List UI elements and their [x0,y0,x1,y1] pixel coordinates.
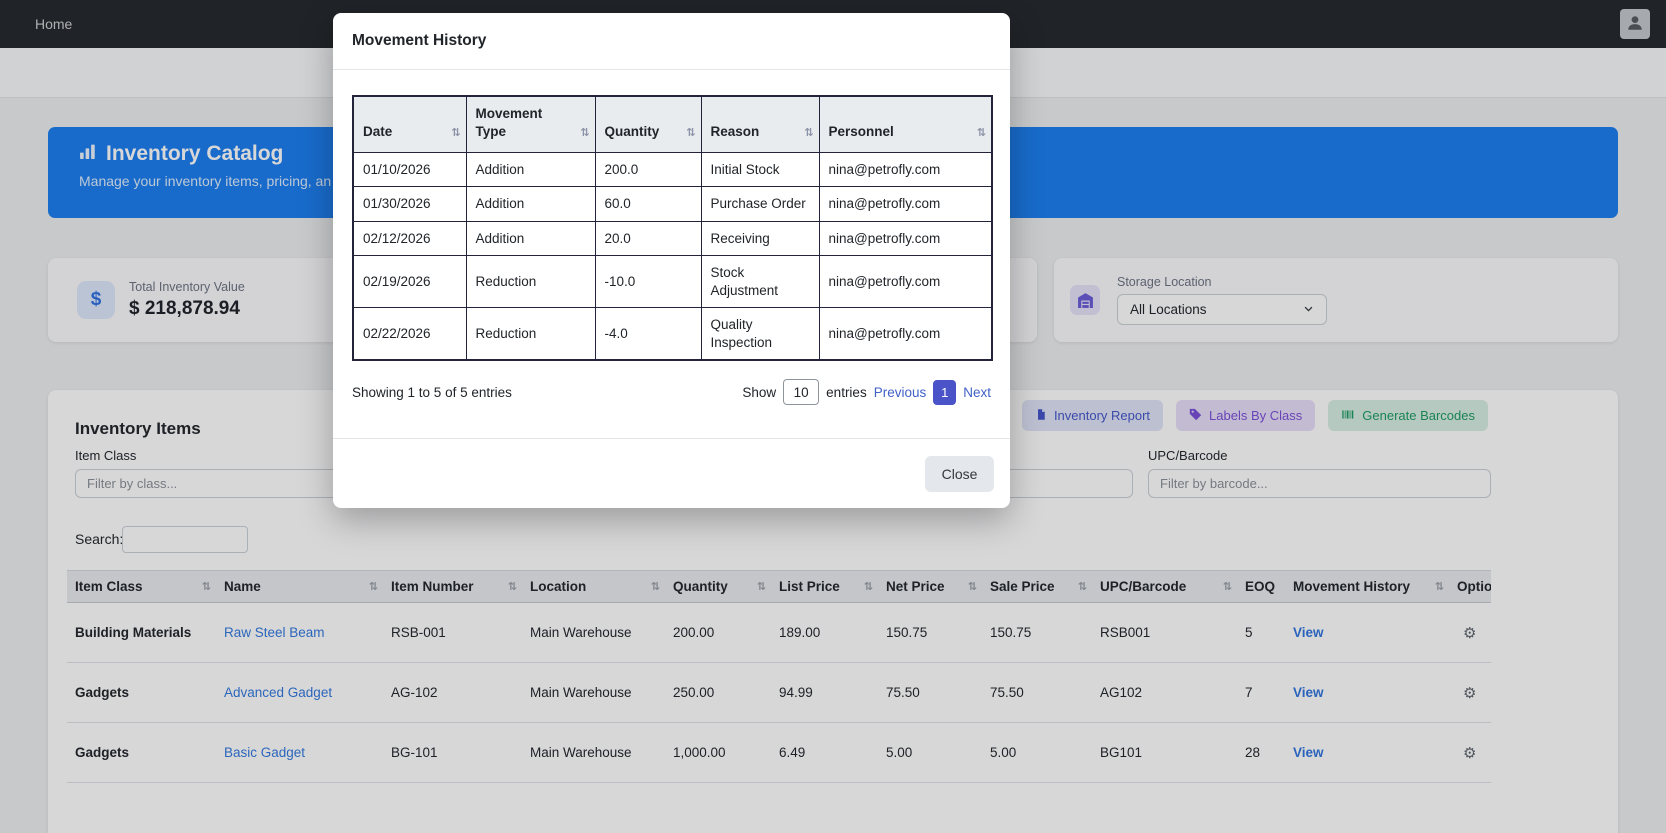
cell-reason: Quality Inspection [700,307,820,361]
cell-date: 01/10/2026 [352,151,467,188]
movement-row: 01/30/2026 Addition 60.0 Purchase Order … [352,186,993,222]
cell-date: 02/22/2026 [352,307,467,361]
previous-page-button[interactable]: Previous [874,385,927,400]
cell-personnel: nina@petrofly.com [818,255,993,309]
cell-quantity: -4.0 [594,307,702,361]
cell-quantity: 60.0 [594,186,702,222]
show-label: Show [742,384,777,400]
cell-personnel: nina@petrofly.com [818,186,993,222]
cell-date: 02/12/2026 [352,220,467,257]
col-header-movement-type[interactable]: Movement Type ⇅ [465,95,596,153]
col-header-personnel[interactable]: Personnel ⇅ [818,95,993,153]
movement-row: 02/12/2026 Addition 20.0 Receiving nina@… [352,220,993,257]
page-1-button[interactable]: 1 [933,379,957,405]
movement-row: 01/10/2026 Addition 200.0 Initial Stock … [352,151,993,188]
modal-footer: Close [333,438,1010,508]
cell-quantity: 200.0 [594,151,702,188]
col-header-date[interactable]: Date ⇅ [352,95,467,153]
cell-personnel: nina@petrofly.com [818,220,993,257]
movement-header-row: Date ⇅ Movement Type ⇅ Quantity ⇅ Reason ⇅ P… [352,95,993,153]
sort-icon: ⇅ [686,127,696,140]
cell-quantity: 20.0 [594,220,702,257]
next-page-button[interactable]: Next [963,385,991,400]
cell-quantity: -10.0 [594,255,702,309]
page-size-select[interactable]: 10 [783,379,820,406]
entries-label: entries [826,384,867,400]
cell-reason: Purchase Order [700,186,820,222]
movement-history-table: Date ⇅ Movement Type ⇅ Quantity ⇅ Reason ⇅ P… [352,95,993,362]
modal-title: Movement History [352,32,487,49]
cell-date: 02/19/2026 [352,255,467,309]
sort-icon: ⇅ [451,127,461,140]
cell-movement-type: Reduction [465,307,596,361]
table-footer-controls: Showing 1 to 5 of 5 entries Show 10 entr… [352,379,991,406]
cell-movement-type: Addition [465,151,596,188]
modal-body: Date ⇅ Movement Type ⇅ Quantity ⇅ Reason ⇅ P… [333,70,1010,406]
modal-header: Movement History [333,13,1010,70]
app-screen: Home Inventory Catalog Manage your inven… [0,0,1666,833]
col-header-reason[interactable]: Reason ⇅ [700,95,820,153]
cell-reason: Stock Adjustment [700,255,820,309]
cell-movement-type: Addition [465,186,596,222]
cell-reason: Receiving [700,220,820,257]
movement-history-modal: Movement History Date ⇅ Movement Type ⇅ Qu… [333,13,1010,508]
cell-date: 01/30/2026 [352,186,467,222]
sort-icon: ⇅ [580,127,590,140]
close-button[interactable]: Close [925,455,994,492]
cell-personnel: nina@petrofly.com [818,307,993,361]
showing-entries-text: Showing 1 to 5 of 5 entries [352,384,512,400]
cell-personnel: nina@petrofly.com [818,151,993,188]
col-header-quantity[interactable]: Quantity ⇅ [594,95,702,153]
cell-movement-type: Reduction [465,255,596,309]
sort-icon: ⇅ [976,127,986,140]
cell-reason: Initial Stock [700,151,820,188]
movement-row: 02/19/2026 Reduction -10.0 Stock Adjustm… [352,255,993,309]
cell-movement-type: Addition [465,220,596,257]
movement-row: 02/22/2026 Reduction -4.0 Quality Inspec… [352,307,993,361]
sort-icon: ⇅ [804,127,814,140]
